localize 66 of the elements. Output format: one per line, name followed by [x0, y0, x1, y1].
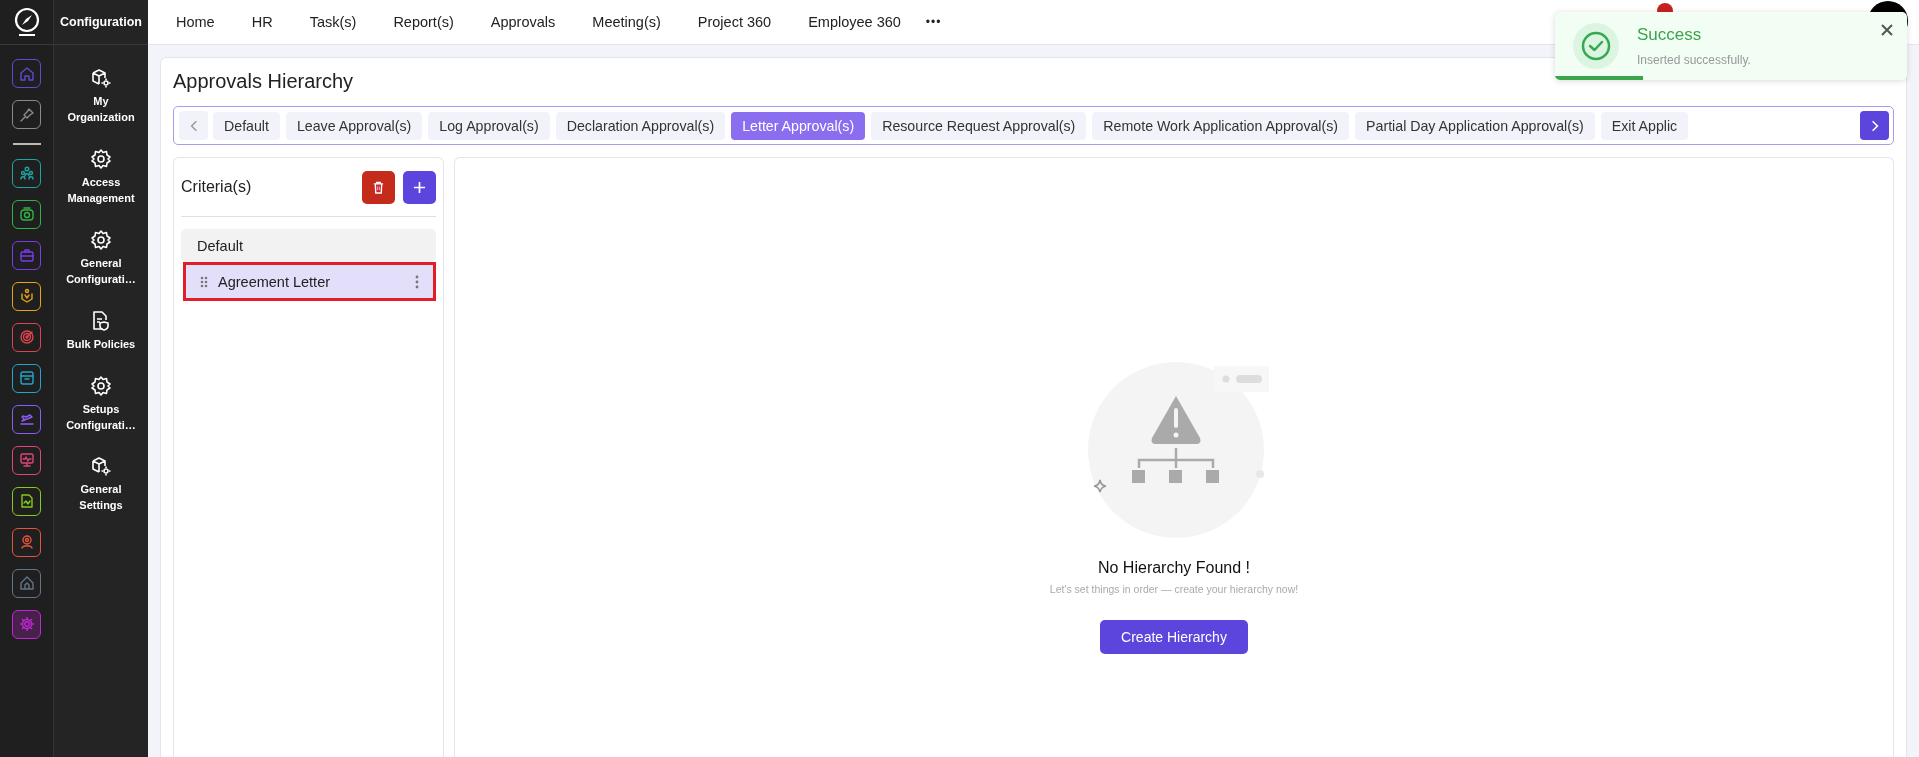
tab[interactable]: Resource Request Approval(s) [871, 111, 1087, 140]
empty-state-message: Let's set things in order — create your hierarchy now! [1049, 583, 1299, 595]
nav-link[interactable]: Home [176, 14, 215, 30]
chevron-left-icon [189, 119, 198, 132]
add-button[interactable] [403, 170, 436, 204]
nav-link[interactable]: HR [251, 14, 273, 30]
gear-icon[interactable] [12, 609, 41, 639]
archive-icon[interactable] [12, 363, 41, 393]
sidebar-item[interactable]: General Settings [59, 455, 143, 515]
compass-logo-icon[interactable] [12, 7, 41, 37]
more-options-icon[interactable] [415, 274, 419, 289]
trash-icon [373, 180, 384, 194]
robot-icon[interactable] [12, 199, 41, 229]
nav-link[interactable]: Project 360 [697, 14, 772, 30]
toast-message: Inserted successfully. [1637, 53, 1752, 67]
criteria-title: Criteria(s) [181, 178, 253, 196]
check-circle-icon [1571, 21, 1621, 71]
tab[interactable]: Default [213, 111, 280, 140]
empty-state-title: No Hierarchy Found ! [1097, 559, 1251, 577]
tab[interactable]: Letter Approval(s) [731, 111, 866, 140]
tab[interactable]: Declaration Approval(s) [555, 111, 726, 140]
criteria-item[interactable]: Default [181, 229, 436, 262]
page-title: Approvals Hierarchy [173, 70, 355, 94]
sidebar-item[interactable]: Access Management [59, 147, 143, 207]
document-icon[interactable] [12, 486, 41, 516]
people-icon[interactable] [12, 158, 41, 188]
nav-link[interactable]: Report(s) [393, 14, 454, 30]
nav-link[interactable]: Task(s) [309, 14, 357, 30]
monitor-icon[interactable] [12, 445, 41, 475]
nav-link[interactable]: Approvals [490, 14, 556, 30]
toast-title: Success [1637, 25, 1703, 45]
next-button[interactable] [1860, 111, 1889, 140]
house-icon[interactable] [12, 568, 41, 598]
sidebar-title: Configuration [60, 15, 142, 29]
tab[interactable]: Leave Approval(s) [285, 111, 423, 140]
pin-icon[interactable] [12, 100, 41, 129]
close-icon[interactable] [1881, 24, 1893, 36]
cube-gear-icon [90, 67, 112, 89]
home-icon[interactable] [12, 59, 41, 88]
sidebar-item[interactable]: General Configurati… [59, 228, 143, 288]
plane-icon[interactable] [12, 404, 41, 434]
more-menu-button[interactable]: ••• [925, 15, 942, 29]
target-icon[interactable] [12, 322, 41, 352]
nav-link[interactable]: Employee 360 [808, 14, 901, 30]
chevron-right-icon [1870, 119, 1879, 132]
tab[interactable]: Remote Work Application Approval(s) [1092, 111, 1350, 140]
criteria-item[interactable]: Agreement Letter [186, 265, 433, 298]
cube-gear-icon [90, 455, 112, 478]
settings-icon [90, 374, 112, 397]
tab[interactable]: Exit Applic [1600, 111, 1689, 140]
person-icon[interactable] [12, 527, 41, 557]
nav-link[interactable]: Meeting(s) [592, 14, 661, 30]
create-hierarchy-button[interactable]: Create Hierarchy [1100, 620, 1248, 654]
plus-icon [413, 180, 426, 194]
settings-icon [90, 228, 112, 251]
document-shield-icon [90, 309, 112, 332]
tab[interactable]: Log Approval(s) [428, 111, 550, 140]
hands-icon[interactable] [12, 281, 41, 311]
tab[interactable]: Partial Day Application Approval(s) [1355, 111, 1595, 140]
sidebar-item[interactable]: Setups Configurati… [59, 374, 143, 434]
sidebar-item[interactable]: Bulk Policies [59, 309, 143, 353]
delete-button[interactable] [362, 170, 395, 204]
settings-icon [90, 147, 112, 170]
drag-handle-icon[interactable] [200, 275, 208, 288]
briefcase-icon[interactable] [12, 240, 41, 270]
sidebar-item[interactable]: My Organization [59, 67, 143, 126]
